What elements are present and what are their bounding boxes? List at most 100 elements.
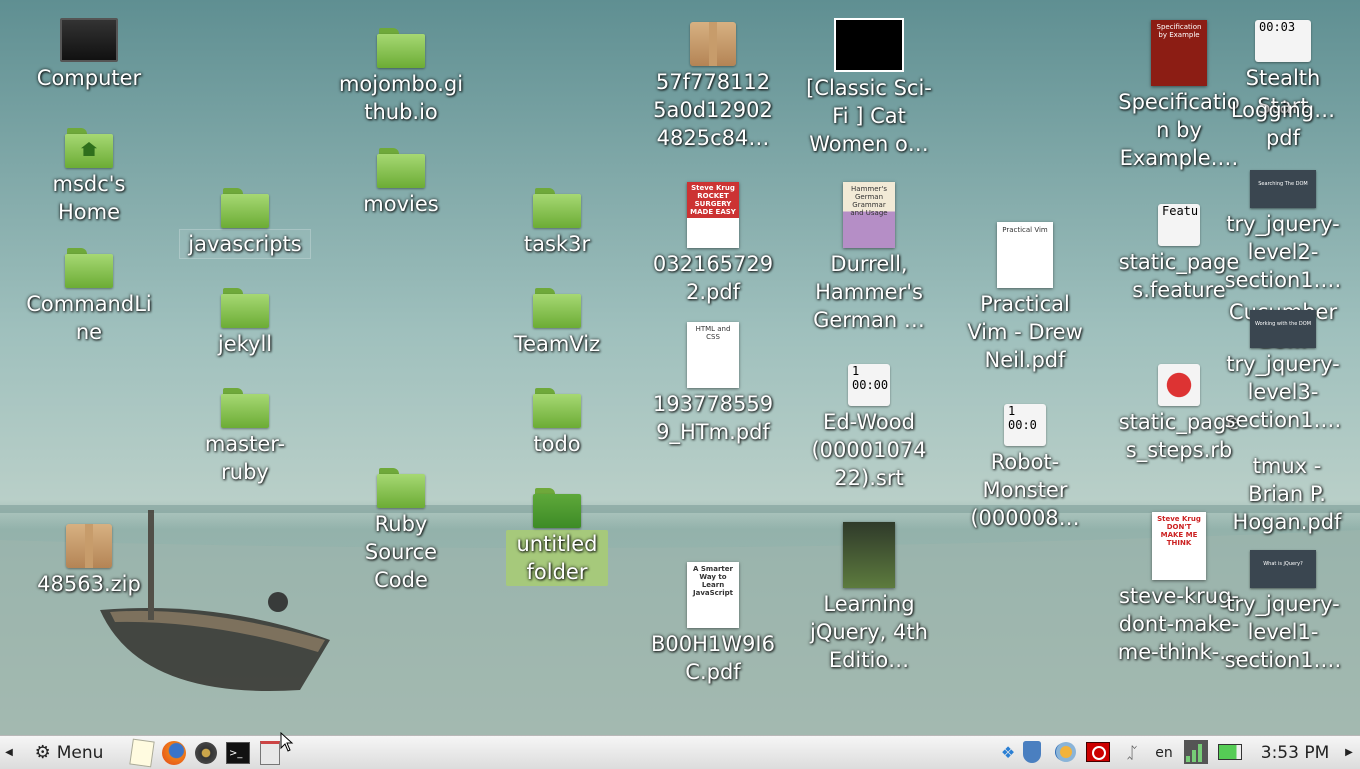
cover-text: Specification by Example	[1156, 23, 1202, 39]
icon-label: master-ruby	[204, 432, 286, 484]
todo-folder-item[interactable]: todo	[492, 388, 622, 458]
icon-label: jekyll	[217, 332, 273, 356]
icon-label: Robot-Monster (000008…	[970, 450, 1080, 530]
ruby-source-folder-item[interactable]: Ruby Source Code	[336, 468, 466, 594]
try-jquery-level3-item[interactable]: Working with the DOM try_jquery-level3-s…	[1218, 310, 1348, 434]
overlap-item-3[interactable]: Logging…pdf	[1218, 96, 1348, 152]
folder-icon	[377, 468, 425, 508]
file-preview-text: 1 00:0	[1008, 404, 1037, 432]
book-cover-icon: Steve Krug ROCKET SURGERY MADE EASY	[687, 182, 739, 248]
system-monitor-tray-icon[interactable]	[1184, 740, 1208, 764]
video-thumbnail-icon	[834, 18, 904, 72]
icon-label: 0321657292.pdf	[652, 252, 774, 304]
file-preview-text: 1 00:00	[852, 364, 889, 392]
subtitle-file-icon: 1 00:0	[1004, 404, 1046, 446]
menu-label: Menu	[56, 742, 104, 763]
tmux-pdf-item[interactable]: tmux - Brian P. Hogan.pdf	[1222, 452, 1352, 536]
folder-icon	[533, 188, 581, 228]
scroll-right-arrow-icon[interactable]: ▶	[1342, 739, 1356, 766]
slide-text: What is jQuery?	[1263, 561, 1303, 567]
cover-text: Hammer's German Grammar and Usage	[850, 185, 888, 217]
slide-thumbnail-icon: What is jQuery?	[1250, 550, 1316, 588]
rocket-surgery-pdf-item[interactable]: Steve Krug ROCKET SURGERY MADE EASY 0321…	[648, 182, 778, 306]
folder-icon	[533, 488, 581, 528]
gear-icon: ⚙	[34, 742, 51, 763]
book-cover-icon: Practical Vim	[997, 222, 1053, 288]
movies-folder-item[interactable]: movies	[336, 148, 466, 218]
file-preview-text: Featu	[1162, 204, 1199, 218]
javascripts-folder-item[interactable]: javascripts	[179, 188, 311, 259]
archive-icon	[66, 524, 112, 568]
speaker-launcher-icon[interactable]	[192, 739, 220, 766]
icon-label: B00H1W9I6C.pdf	[651, 632, 775, 684]
try-jquery-level2-item[interactable]: Searching The DOM try_jquery-level2-sect…	[1218, 170, 1348, 294]
folder-icon	[533, 288, 581, 328]
learning-jquery-item[interactable]: Learning jQuery, 4th Editio…	[804, 522, 934, 674]
mouse-cursor-icon	[280, 732, 294, 752]
scroll-left-arrow-icon[interactable]: ◀	[2, 739, 16, 766]
terminal-launcher-icon[interactable]: >_	[224, 739, 252, 766]
task3r-folder-item[interactable]: task3r	[492, 188, 622, 258]
zip-57f-item[interactable]: 57f7781125a0d129024825c84…	[648, 22, 778, 152]
folder-icon	[221, 388, 269, 428]
cover-text: Steve Krug DON'T MAKE ME THINK	[1157, 515, 1201, 547]
book-cover-icon: A Smarter Way to Learn JavaScript	[687, 562, 739, 628]
commandline-folder-item[interactable]: CommandLine	[24, 248, 154, 346]
folder-icon	[65, 248, 113, 288]
weather-sun-icon[interactable]	[1054, 740, 1078, 764]
icon-label: try_jquery-level3-section1.…	[1224, 352, 1342, 432]
icon-label: movies	[363, 192, 439, 216]
master-ruby-folder-item[interactable]: master-ruby	[180, 388, 310, 486]
bluetooth-tray-icon[interactable]: ᛢ	[1120, 740, 1144, 764]
icon-label: Durrell, Hammer's German …	[813, 252, 925, 332]
icon-label: untitled folder	[506, 530, 608, 586]
catwomen-video-item[interactable]: [Classic Sci-Fi ] Cat Women o…	[804, 18, 934, 158]
untitled-folder-item[interactable]: untitled folder	[492, 488, 622, 586]
icon-label: 1937785599_HTm.pdf	[652, 392, 774, 444]
cover-text: Practical Vim	[1002, 226, 1048, 234]
zip-48563-item[interactable]: 48563.zip	[24, 524, 154, 598]
icon-label: Logging…pdf	[1230, 98, 1336, 150]
icon-label: Ruby Source Code	[364, 512, 438, 592]
icon-label: TeamViz	[513, 332, 601, 356]
html-css-pdf-item[interactable]: HTML and CSS 1937785599_HTm.pdf	[648, 322, 778, 446]
home-folder-item[interactable]: msdc's Home	[24, 128, 154, 226]
archive-icon	[690, 22, 736, 66]
icon-label: [Classic Sci-Fi ] Cat Women o…	[806, 76, 932, 156]
practical-vim-pdf-item[interactable]: Practical Vim Practical Vim - Drew Neil.…	[960, 222, 1090, 374]
icon-label: CommandLine	[26, 292, 152, 344]
teamviz-folder-item[interactable]: TeamViz	[492, 288, 622, 358]
folder-icon	[377, 28, 425, 68]
icon-label: Practical Vim - Drew Neil.pdf	[967, 292, 1083, 372]
jekyll-folder-item[interactable]: jekyll	[180, 288, 310, 358]
keyboard-layout-indicator[interactable]: en	[1150, 739, 1178, 766]
firefox-launcher-icon[interactable]	[160, 739, 188, 766]
icon-label: try_jquery-level2-section1.…	[1224, 212, 1342, 292]
icon-label: 48563.zip	[37, 572, 141, 596]
battery-tray-icon[interactable]	[1218, 740, 1242, 764]
ruby-file-icon	[1158, 364, 1200, 406]
dropbox-tray-icon[interactable]: ❖	[996, 740, 1020, 764]
slide-text: Working with the DOM	[1254, 321, 1312, 327]
durrell-pdf-item[interactable]: Hammer's German Grammar and Usage Durrel…	[804, 182, 934, 334]
shield-tray-icon[interactable]	[1020, 740, 1044, 764]
robot-monster-srt-item[interactable]: 1 00:0 Robot-Monster (000008…	[960, 404, 1090, 532]
folder-icon	[221, 288, 269, 328]
icon-label: javascripts	[179, 229, 311, 259]
edwood-srt-item[interactable]: 1 00:00 Ed-Wood (0000107422).srt	[804, 364, 934, 492]
b00h-pdf-item[interactable]: A Smarter Way to Learn JavaScript B00H1W…	[648, 562, 778, 686]
cover-text: Steve Krug ROCKET SURGERY MADE EASY	[687, 182, 739, 218]
icon-label: Computer	[36, 66, 142, 90]
taskbar-panel: ◀ ⚙ Menu >_ ❖ i ᛢ en 3:53 PM ▶	[0, 735, 1360, 769]
network-blocked-tray-icon[interactable]	[1086, 740, 1110, 764]
menu-button[interactable]: ⚙ Menu	[24, 739, 114, 766]
text-editor-launcher-icon[interactable]	[128, 738, 156, 767]
icon-label: 57f7781125a0d129024825c84…	[653, 70, 773, 150]
try-jquery-level1-item[interactable]: What is jQuery? try_jquery-level1-sectio…	[1218, 550, 1348, 674]
mojombo-folder-item[interactable]: mojombo.github.io	[336, 28, 466, 126]
slide-thumbnail-icon: Working with the DOM	[1250, 310, 1316, 348]
computer-icon-item[interactable]: Computer	[24, 18, 154, 92]
book-cover-icon: Hammer's German Grammar and Usage	[843, 182, 895, 248]
clock[interactable]: 3:53 PM	[1252, 739, 1338, 766]
book-cover-icon: Specification by Example	[1151, 20, 1207, 86]
